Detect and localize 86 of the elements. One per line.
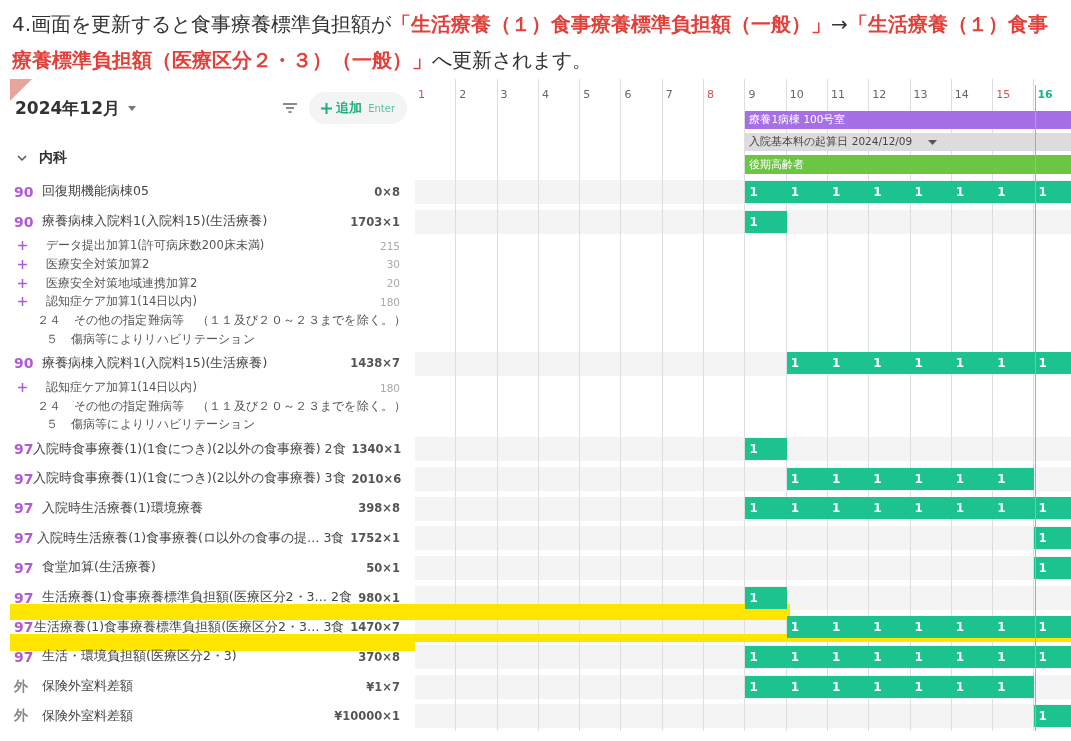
day-label: 13 xyxy=(912,87,929,103)
chevron-down-icon[interactable] xyxy=(17,154,27,162)
item-amount: 1470×7 xyxy=(349,620,400,635)
plus-icon xyxy=(321,102,333,114)
item-name[interactable]: 保険外室料差額 xyxy=(42,678,133,696)
item-code: 97 xyxy=(14,441,34,458)
month-title[interactable]: 2024年12月 xyxy=(15,96,120,120)
item-amount: ¥10000×1 xyxy=(333,709,400,724)
day-label: 7 xyxy=(664,87,674,103)
item-amount: 1438×7 xyxy=(349,356,400,371)
item-code: 90 xyxy=(14,213,35,230)
sub-item-text: 認知症ケア加算1(14日以内) xyxy=(46,380,197,396)
item-code: 外 xyxy=(14,707,29,726)
sub-item-value: 180 xyxy=(379,381,400,394)
caret-icon[interactable] xyxy=(928,139,938,145)
item-name[interactable]: 食堂加算(生活療養) xyxy=(42,559,156,577)
item-name[interactable]: 療養病棟入院料1(入院料15)(生活療養) xyxy=(42,213,268,231)
sub-item-text: 認知症ケア加算1(14日以内) xyxy=(46,294,197,310)
filter-icon[interactable] xyxy=(283,103,298,113)
item-name[interactable]: 生活療養(1)食事療養標準負担額(医療区分2・3… 2食 xyxy=(42,589,352,607)
sub-item-value: 20 xyxy=(386,277,400,290)
item-code: 97 xyxy=(14,530,35,547)
item-amount: 50×1 xyxy=(365,560,400,575)
day-label: 12 xyxy=(871,87,888,103)
item-code: 97 xyxy=(14,470,34,487)
status-banner: 入院基本料の起算日 2024/12/09 xyxy=(745,133,1071,151)
item-name[interactable]: 生活療養(1)食事療養標準負担額(医療区分2・3… 3食 xyxy=(34,618,345,636)
item-code: 90 xyxy=(14,183,35,200)
item-amount: 2010×6 xyxy=(350,471,402,486)
corner-ribbon-icon xyxy=(10,79,32,101)
item-name[interactable]: 生活・環境負担額(医療区分2・3) xyxy=(42,648,237,666)
item-name[interactable]: 保険外室料差額 xyxy=(42,707,133,725)
sub-item-text: データ提出加算1(許可病床数200床未満) xyxy=(46,238,265,254)
status-banner: 療養1病棟 100号室 xyxy=(745,111,1071,129)
sub-item-text: ２４ その他の指定難病等 （１１及び２０～２３までを除く。） xyxy=(37,312,406,328)
item-code: 外 xyxy=(14,677,29,696)
instruction-text: 4.画面を更新すると食事療養標準負担額が「生活療養（１）食事療養標準負担額（一般）」→「生活療養（１）食事療養標準負担額（医療区分２・３）（一般）」へ更新されます。 xyxy=(11,11,1049,74)
day-label: 5 xyxy=(582,87,592,103)
plus-icon xyxy=(18,278,27,288)
item-code: 90 xyxy=(14,355,35,372)
plus-icon xyxy=(18,241,27,251)
item-amount: 370×8 xyxy=(357,649,400,664)
item-name[interactable]: 回復期機能病棟05 xyxy=(42,183,149,201)
day-label: 1 xyxy=(417,87,426,103)
day-label: 8 xyxy=(706,87,716,103)
day-label: 14 xyxy=(953,87,970,103)
item-name[interactable]: 入院時食事療養(1)(1食につき)(2以外の食事療養) 2食 xyxy=(33,440,346,458)
item-name[interactable]: 入院時食事療養(1)(1食につき)(2以外の食事療養) 3食 xyxy=(33,470,346,488)
day-label: 9 xyxy=(747,87,757,103)
item-code: 97 xyxy=(14,500,35,517)
sub-item-value: 180 xyxy=(379,295,400,308)
sub-item-text: ２４ その他の指定難病等 （１１及び２０～２３までを除く。） xyxy=(37,398,406,414)
day-label: 3 xyxy=(499,87,509,103)
sub-item-text: ５ 傷病等によりリハビリテーション xyxy=(46,417,256,433)
item-code: 97 xyxy=(14,619,34,636)
sub-item-text: ５ 傷病等によりリハビリテーション xyxy=(46,331,256,347)
item-name[interactable]: 療養病棟入院料1(入院料15)(生活療養) xyxy=(42,354,268,372)
item-code: 97 xyxy=(14,648,35,665)
group-title: 内科 xyxy=(39,149,67,167)
item-amount: 1752×1 xyxy=(349,531,400,546)
caret-icon[interactable] xyxy=(128,105,136,111)
sub-item-text: 医療安全対策地域連携加算2 xyxy=(46,275,198,291)
sub-item-text: 医療安全対策加算2 xyxy=(46,256,150,272)
status-banner: 後期高齢者 xyxy=(745,155,1071,174)
day-label: 4 xyxy=(540,87,550,103)
day-label: 16 xyxy=(1036,87,1054,103)
item-amount: 0×8 xyxy=(373,184,400,199)
item-amount: 398×8 xyxy=(357,501,400,516)
day-label: 2 xyxy=(458,87,468,103)
plus-icon xyxy=(18,297,27,307)
day-label: 10 xyxy=(788,87,805,103)
item-amount: 980×1 xyxy=(357,590,400,605)
item-code: 97 xyxy=(14,559,35,576)
plus-icon xyxy=(18,383,27,393)
item-name[interactable]: 入院時生活療養(1)食事療養(ロ以外の食事の提… 3食 xyxy=(37,529,345,547)
plus-icon xyxy=(18,259,27,269)
item-name[interactable]: 入院時生活療養(1)環境療養 xyxy=(42,499,203,517)
item-amount: 1703×1 xyxy=(349,214,400,229)
sub-item-value: 215 xyxy=(379,239,400,252)
item-amount: ¥1×7 xyxy=(365,679,400,694)
item-code: 97 xyxy=(14,589,35,606)
item-amount: 1340×1 xyxy=(350,442,402,457)
day-label: 15 xyxy=(995,87,1012,103)
day-label: 6 xyxy=(623,87,633,103)
day-label: 11 xyxy=(829,87,846,103)
sub-item-value: 30 xyxy=(386,258,400,271)
